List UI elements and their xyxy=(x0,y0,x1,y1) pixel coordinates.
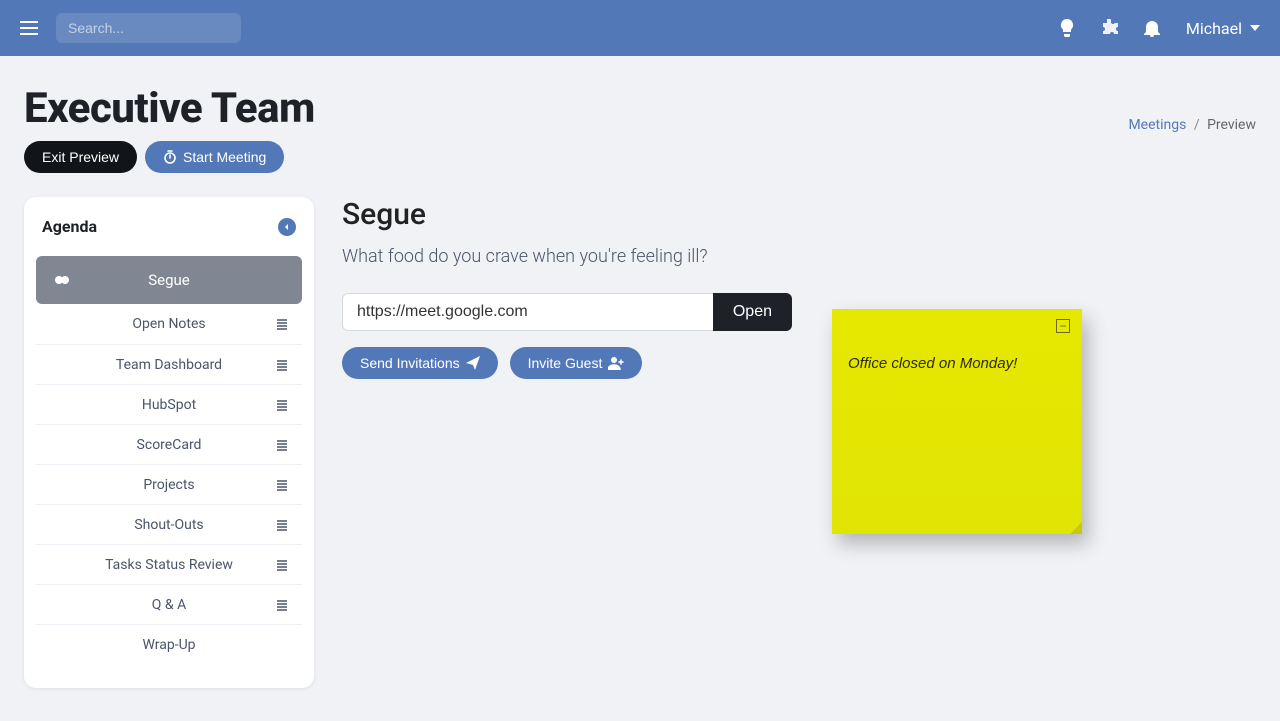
search-input[interactable] xyxy=(56,13,241,43)
agenda-item[interactable]: HubSpot xyxy=(36,384,302,424)
agenda-item[interactable]: ScoreCard xyxy=(36,424,302,464)
drag-handle-icon[interactable] xyxy=(276,399,288,411)
exit-preview-button[interactable]: Exit Preview xyxy=(24,141,137,173)
start-meeting-label: Start Meeting xyxy=(183,149,266,165)
drag-handle-icon[interactable] xyxy=(276,359,288,371)
user-menu[interactable]: Michael xyxy=(1186,19,1260,38)
drag-handle-icon[interactable] xyxy=(276,439,288,451)
agenda-item-label: Tasks Status Review xyxy=(105,557,233,573)
agenda-item-label: Segue xyxy=(148,271,190,289)
open-link-button[interactable]: Open xyxy=(713,293,792,331)
minus-square-icon[interactable]: − xyxy=(1056,319,1070,333)
invite-guest-button[interactable]: Invite Guest xyxy=(510,347,643,379)
drag-handle-icon[interactable] xyxy=(276,559,288,571)
user-name-label: Michael xyxy=(1186,19,1242,38)
agenda-list: Segue Open Notes Team Dashboard HubSpot Scor… xyxy=(36,256,302,664)
drag-handle-icon[interactable] xyxy=(276,479,288,491)
agenda-card: Agenda Segue Open Notes Team Dashboard HubS… xyxy=(24,197,314,688)
agenda-item[interactable]: Projects xyxy=(36,464,302,504)
sticky-note-text: Office closed on Monday! xyxy=(848,355,1066,372)
send-invitations-button[interactable]: Send Invitations xyxy=(342,347,498,379)
stopwatch-icon xyxy=(163,150,177,164)
arrow-left-circle-icon[interactable] xyxy=(278,218,296,236)
agenda-item-label: Projects xyxy=(143,477,194,493)
bell-icon[interactable] xyxy=(1144,19,1160,37)
user-plus-icon xyxy=(608,356,624,370)
agenda-item-label: ScoreCard xyxy=(137,437,202,453)
drag-handle-icon[interactable] xyxy=(276,599,288,611)
puzzle-icon[interactable] xyxy=(1100,19,1118,37)
brain-icon xyxy=(54,272,70,288)
exit-preview-label: Exit Preview xyxy=(42,149,119,165)
drag-handle-icon[interactable] xyxy=(276,519,288,531)
agenda-item[interactable]: Shout-Outs xyxy=(36,504,302,544)
agenda-item[interactable]: Wrap-Up xyxy=(36,624,302,664)
open-link-label: Open xyxy=(733,303,772,320)
breadcrumb-meetings[interactable]: Meetings xyxy=(1128,117,1186,133)
agenda-item-label: Wrap-Up xyxy=(142,637,195,653)
agenda-item[interactable]: Q & A xyxy=(36,584,302,624)
agenda-item-label: Open Notes xyxy=(132,316,205,332)
send-invitations-label: Send Invitations xyxy=(360,355,460,371)
breadcrumb: Meetings / Preview xyxy=(1128,117,1256,133)
drag-handle-icon[interactable] xyxy=(276,318,288,330)
hamburger-icon[interactable] xyxy=(20,21,38,35)
agenda-item-label: HubSpot xyxy=(142,397,196,413)
paper-plane-icon xyxy=(466,356,480,370)
agenda-item-label: Team Dashboard xyxy=(116,357,222,373)
section-prompt: What food do you crave when you're feeli… xyxy=(342,246,792,267)
agenda-item-label: Shout-Outs xyxy=(134,517,203,533)
sticky-note[interactable]: − Office closed on Monday! xyxy=(832,309,1082,534)
start-meeting-button[interactable]: Start Meeting xyxy=(145,141,284,173)
page-title: Executive Team xyxy=(24,84,315,133)
agenda-item[interactable]: Open Notes xyxy=(36,304,302,344)
agenda-item[interactable]: Team Dashboard xyxy=(36,344,302,384)
agenda-item[interactable]: Segue xyxy=(36,256,302,304)
breadcrumb-separator: / xyxy=(1194,117,1200,133)
meeting-url-input[interactable] xyxy=(342,293,713,331)
top-navbar: Michael xyxy=(0,0,1280,56)
agenda-item-label: Q & A xyxy=(152,597,186,613)
chevron-down-icon xyxy=(1250,25,1260,31)
breadcrumb-current: Preview xyxy=(1207,117,1256,133)
section-title: Segue xyxy=(342,197,792,232)
lightbulb-icon[interactable] xyxy=(1060,19,1074,37)
agenda-item[interactable]: Tasks Status Review xyxy=(36,544,302,584)
invite-guest-label: Invite Guest xyxy=(528,355,603,371)
agenda-title: Agenda xyxy=(42,217,97,236)
